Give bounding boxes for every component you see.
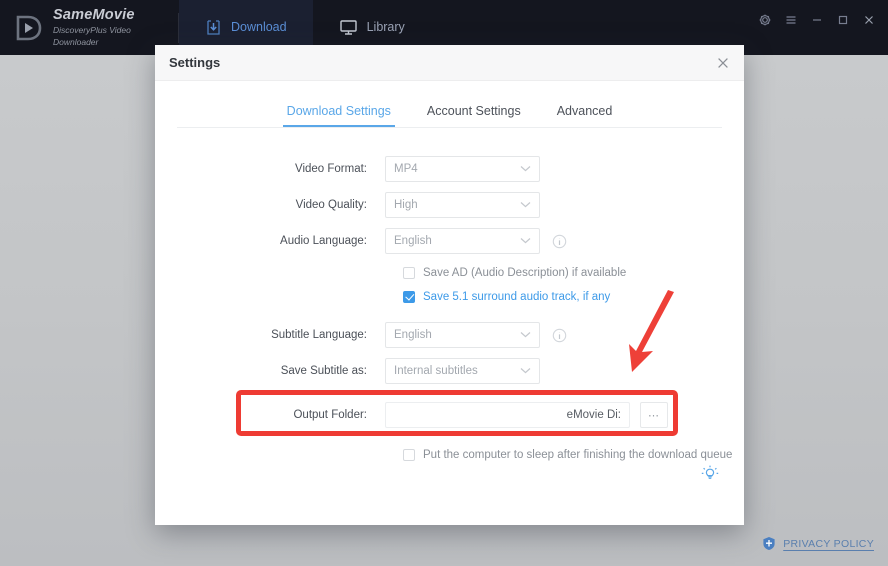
checkbox-save-ad-row[interactable]: Save AD (Audio Description) if available bbox=[403, 262, 744, 284]
checkbox-save-ad-label: Save AD (Audio Description) if available bbox=[423, 267, 627, 279]
row-output-folder: Output Folder: eMovie Di: ⋯ bbox=[155, 400, 744, 430]
download-icon bbox=[205, 19, 222, 36]
browse-folder-button[interactable]: ⋯ bbox=[640, 402, 668, 428]
chevron-down-icon bbox=[520, 329, 531, 341]
close-icon[interactable] bbox=[856, 5, 882, 35]
tab-download-settings[interactable]: Download Settings bbox=[269, 104, 409, 127]
row-video-quality: Video Quality: High bbox=[155, 190, 744, 220]
video-format-select[interactable]: MP4 bbox=[385, 156, 540, 182]
gear-icon[interactable] bbox=[752, 5, 778, 35]
dialog-titlebar: Settings bbox=[155, 45, 744, 81]
brand-title: SameMovie bbox=[53, 6, 135, 23]
row-video-format: Video Format: MP4 bbox=[155, 154, 744, 184]
tab-advanced[interactable]: Advanced bbox=[539, 104, 631, 127]
checkbox-save-surround[interactable] bbox=[403, 291, 415, 303]
settings-tabs: Download Settings Account Settings Advan… bbox=[155, 81, 744, 127]
privacy-policy-link[interactable]: PRIVACY POLICY bbox=[762, 536, 874, 551]
tab-account-settings-label: Account Settings bbox=[426, 104, 521, 118]
dialog-title: Settings bbox=[169, 55, 221, 70]
tab-account-settings[interactable]: Account Settings bbox=[409, 104, 539, 127]
checkbox-save-surround-label: Save 5.1 surround audio track, if any bbox=[423, 291, 611, 303]
save-subtitle-as-value: Internal subtitles bbox=[394, 365, 478, 377]
row-save-subtitle-as: Save Subtitle as: Internal subtitles bbox=[155, 356, 744, 386]
video-format-value: MP4 bbox=[394, 163, 418, 175]
maximize-icon[interactable] bbox=[830, 5, 856, 35]
app-brand: SameMovie DiscoveryPlus Video Downloader bbox=[0, 0, 178, 55]
privacy-policy-label: PRIVACY POLICY bbox=[783, 537, 874, 550]
chevron-down-icon bbox=[520, 235, 531, 247]
shield-icon bbox=[762, 536, 776, 551]
chevron-down-icon bbox=[520, 199, 531, 211]
window-controls bbox=[752, 0, 888, 40]
lightbulb-icon[interactable] bbox=[700, 464, 720, 484]
checkbox-save-ad[interactable] bbox=[403, 267, 415, 279]
brand-subtitle: DiscoveryPlus Video Downloader bbox=[53, 24, 131, 47]
info-icon[interactable] bbox=[552, 234, 567, 249]
video-format-label: Video Format: bbox=[294, 163, 367, 175]
audio-language-select[interactable]: English bbox=[385, 228, 540, 254]
checkbox-sleep-row[interactable]: Put the computer to sleep after finishin… bbox=[403, 444, 744, 466]
subtitle-language-select[interactable]: English bbox=[385, 322, 540, 348]
subtitle-language-value: English bbox=[394, 329, 432, 341]
monitor-icon bbox=[339, 19, 358, 36]
checkbox-sleep-after-queue[interactable] bbox=[403, 449, 415, 461]
save-subtitle-as-label: Save Subtitle as: bbox=[280, 365, 367, 377]
download-settings-form: Video Format: MP4 Video Quality: High Au… bbox=[155, 128, 744, 479]
subtitle-language-label: Subtitle Language: bbox=[271, 329, 367, 341]
close-icon[interactable] bbox=[713, 53, 733, 73]
audio-language-label: Audio Language: bbox=[280, 235, 367, 247]
video-quality-select[interactable]: High bbox=[385, 192, 540, 218]
checkbox-sleep-after-queue-label: Put the computer to sleep after finishin… bbox=[423, 449, 733, 461]
tab-advanced-label: Advanced bbox=[556, 104, 613, 118]
row-audio-language: Audio Language: English bbox=[155, 226, 744, 256]
video-quality-value: High bbox=[394, 199, 418, 211]
row-subtitle-language: Subtitle Language: English bbox=[155, 320, 744, 350]
browse-folder-label: ⋯ bbox=[648, 409, 660, 422]
samemovie-logo-icon bbox=[14, 13, 44, 43]
tab-download-settings-label: Download Settings bbox=[286, 104, 391, 118]
minimize-icon[interactable] bbox=[804, 5, 830, 35]
audio-language-value: English bbox=[394, 235, 432, 247]
info-icon[interactable] bbox=[552, 328, 567, 343]
save-subtitle-as-select[interactable]: Internal subtitles bbox=[385, 358, 540, 384]
output-folder-input[interactable]: eMovie Di: bbox=[385, 402, 630, 428]
video-quality-label: Video Quality: bbox=[295, 199, 367, 211]
nav-tab-download-label: Download bbox=[231, 20, 287, 35]
settings-dialog: Settings Download Settings Account Setti… bbox=[155, 45, 744, 525]
checkbox-save-surround-row[interactable]: Save 5.1 surround audio track, if any bbox=[403, 286, 744, 308]
chevron-down-icon bbox=[520, 365, 531, 377]
nav-tab-library-label: Library bbox=[366, 20, 405, 35]
output-folder-value: eMovie Di: bbox=[566, 409, 621, 421]
output-folder-label: Output Folder: bbox=[293, 409, 367, 421]
hamburger-icon[interactable] bbox=[778, 5, 804, 35]
chevron-down-icon bbox=[520, 163, 531, 175]
